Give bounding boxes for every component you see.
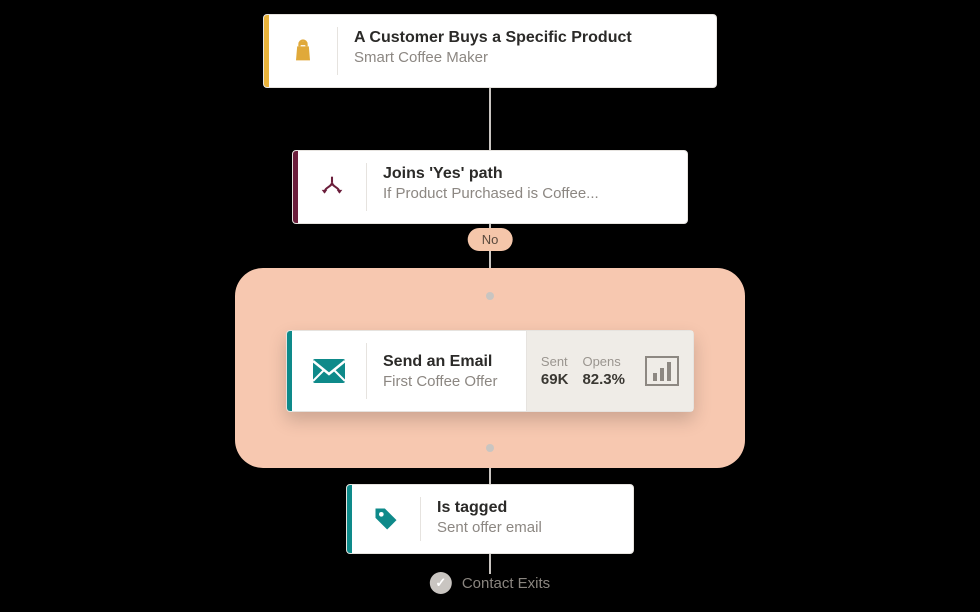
branch-subtitle: If Product Purchased is Coffee... [383,185,667,202]
tag-subtitle: Sent offer email [437,519,613,536]
branch-title: Joins 'Yes' path [383,165,667,183]
stat-opens-value: 82.3% [582,371,625,388]
branch-no-pill[interactable]: No [468,228,513,251]
exit-label: Contact Exits [462,575,550,592]
flow-dot [486,444,494,452]
tag-title: Is tagged [437,499,613,517]
tag-icon [352,485,420,553]
split-path-icon [298,151,366,223]
email-title: Send an Email [383,353,526,371]
branch-card[interactable]: Joins 'Yes' path If Product Purchased is… [292,150,688,224]
email-card[interactable]: Send an Email First Coffee Offer Sent 69… [286,330,694,412]
email-subtitle: First Coffee Offer [383,373,526,390]
flow-dot [486,292,494,300]
flow-connector [489,554,491,574]
envelope-icon [292,331,366,411]
trigger-subtitle: Smart Coffee Maker [354,49,696,66]
stat-sent-value: 69K [541,371,569,388]
trigger-card[interactable]: A Customer Buys a Specific Product Smart… [263,14,717,88]
tag-card[interactable]: Is tagged Sent offer email [346,484,634,554]
email-stats: Sent 69K Opens 82.3% [526,331,693,411]
stat-opens-label: Opens [582,354,625,369]
exit-step: ✓ Contact Exits [430,572,550,594]
trigger-title: A Customer Buys a Specific Product [354,29,696,47]
shopping-bag-icon [269,15,337,87]
stat-sent-label: Sent [541,354,569,369]
bar-chart-icon[interactable] [645,356,679,386]
check-circle-icon: ✓ [430,572,452,594]
flow-connector [489,88,491,150]
